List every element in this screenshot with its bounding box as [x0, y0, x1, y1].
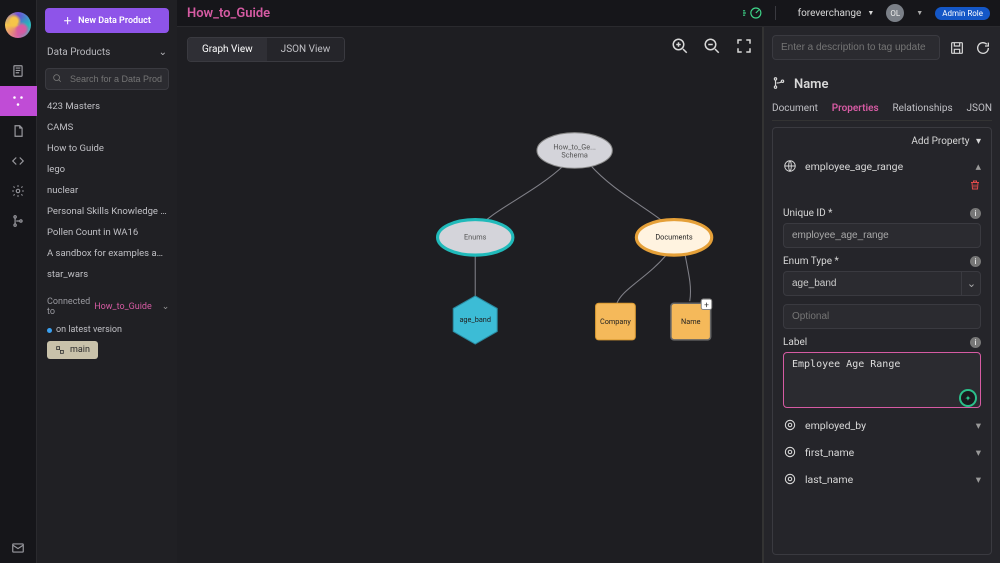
property-row[interactable]: last_name▾: [783, 465, 981, 492]
refresh-icon[interactable]: [974, 40, 992, 56]
page-title: How_to_Guide: [187, 6, 270, 21]
rp-tab-relationships[interactable]: Relationships: [892, 103, 952, 114]
rail-mail-icon[interactable]: [0, 533, 37, 563]
node-schema[interactable]: How_to_Ge... Schema: [537, 133, 612, 169]
unique-id-field[interactable]: [783, 223, 981, 248]
rail-graph-icon[interactable]: [0, 86, 37, 116]
latest-version: on latest version: [47, 325, 167, 335]
branch-button[interactable]: main: [47, 341, 98, 359]
collapse-icon: ▴: [975, 160, 981, 173]
node-documents[interactable]: Documents: [636, 220, 711, 256]
app-logo: [5, 12, 31, 38]
delete-property-button[interactable]: [783, 177, 981, 200]
rp-tab-document[interactable]: Document: [772, 103, 818, 114]
rail-doc-icon[interactable]: [0, 56, 37, 86]
new-data-product-button[interactable]: ＋ New Data Product: [45, 8, 169, 33]
node-enums[interactable]: Enums: [438, 220, 513, 256]
rp-tab-properties[interactable]: Properties: [832, 103, 879, 114]
chevron-down-icon: ⌄: [159, 47, 167, 58]
rail-page-icon[interactable]: [0, 116, 37, 146]
svg-text:Enums: Enums: [464, 232, 487, 241]
svg-text:Company: Company: [600, 317, 631, 326]
link-icon: [783, 472, 797, 486]
property-header-employee-age-range[interactable]: employee_age_range ▴: [783, 155, 981, 177]
link-icon: [783, 418, 797, 432]
sidebar-item[interactable]: Personal Skills Knowledge Gr...: [37, 201, 177, 222]
search-icon: [52, 73, 62, 86]
node-age-band[interactable]: age_band: [453, 296, 497, 344]
trash-icon: [969, 179, 981, 191]
save-icon[interactable]: [948, 40, 966, 56]
property-row[interactable]: first_name▾: [783, 438, 981, 465]
branch-icon: [772, 76, 786, 93]
search-input[interactable]: [45, 68, 169, 90]
svg-text:+: +: [704, 301, 709, 311]
sidebar-item[interactable]: nuclear: [37, 180, 177, 201]
ai-suggest-icon[interactable]: ✦: [961, 391, 975, 405]
user-menu[interactable]: foreverchange ▼: [798, 8, 875, 19]
rail-code-icon[interactable]: [0, 146, 37, 176]
info-icon[interactable]: i: [970, 256, 981, 267]
connected-to: Connected to How_to_Guide ⌄: [47, 297, 167, 317]
chevron-down-icon: ▾: [976, 473, 981, 486]
svg-text:age_band: age_band: [459, 315, 491, 324]
speed-icon[interactable]: [743, 6, 763, 20]
chevron-down-icon[interactable]: ⌄: [162, 302, 170, 312]
sidebar-item[interactable]: 423 Masters: [37, 96, 177, 117]
label-textarea[interactable]: [783, 352, 981, 408]
chevron-down-icon[interactable]: ⌄: [961, 271, 981, 296]
rail-settings-icon[interactable]: [0, 176, 37, 206]
add-property-button[interactable]: Add Property ▾: [783, 136, 981, 155]
property-row[interactable]: employed_by▾: [783, 411, 981, 438]
description-input[interactable]: [772, 35, 940, 60]
svg-text:Documents: Documents: [655, 232, 693, 241]
caret-down-icon: ▼: [867, 9, 874, 17]
sidebar-item[interactable]: How to Guide: [37, 138, 177, 159]
sidebar-item[interactable]: A sandbox for examples and r...: [37, 243, 177, 264]
new-data-product-label: New Data Product: [78, 16, 151, 26]
rp-title: Name: [794, 77, 828, 92]
optional-field[interactable]: [783, 304, 981, 329]
branch-icon: [55, 345, 65, 355]
sidebar-item[interactable]: CAMS: [37, 117, 177, 138]
svg-text:Schema: Schema: [561, 151, 587, 160]
status-dot-icon: [47, 328, 52, 333]
role-badge: Admin Role: [935, 7, 990, 20]
node-name[interactable]: Name +: [671, 299, 712, 340]
sidebar-item[interactable]: Pollen Count in WA16: [37, 222, 177, 243]
plus-icon: ＋: [63, 14, 72, 27]
link-icon: [783, 445, 797, 459]
rail-merge-icon[interactable]: [0, 206, 37, 236]
chevron-down-icon: ▾: [976, 446, 981, 459]
enum-type-select[interactable]: [783, 271, 981, 296]
svg-text:Name: Name: [681, 317, 701, 326]
info-icon[interactable]: i: [970, 337, 981, 348]
info-icon[interactable]: i: [970, 208, 981, 219]
chevron-down-icon: ▾: [976, 419, 981, 432]
node-company[interactable]: Company: [596, 303, 636, 340]
sidebar-item[interactable]: star_wars: [37, 264, 177, 285]
rp-tab-json[interactable]: JSON: [967, 103, 992, 114]
sidebar-heading[interactable]: Data Products ⌄: [37, 43, 177, 62]
globe-icon: [783, 159, 797, 173]
caret-down-icon: ▾: [976, 136, 981, 147]
node-add-icon[interactable]: +: [701, 299, 711, 310]
sidebar-item[interactable]: lego: [37, 159, 177, 180]
avatar[interactable]: OL: [886, 4, 904, 22]
caret-down-icon[interactable]: ▼: [916, 9, 923, 17]
